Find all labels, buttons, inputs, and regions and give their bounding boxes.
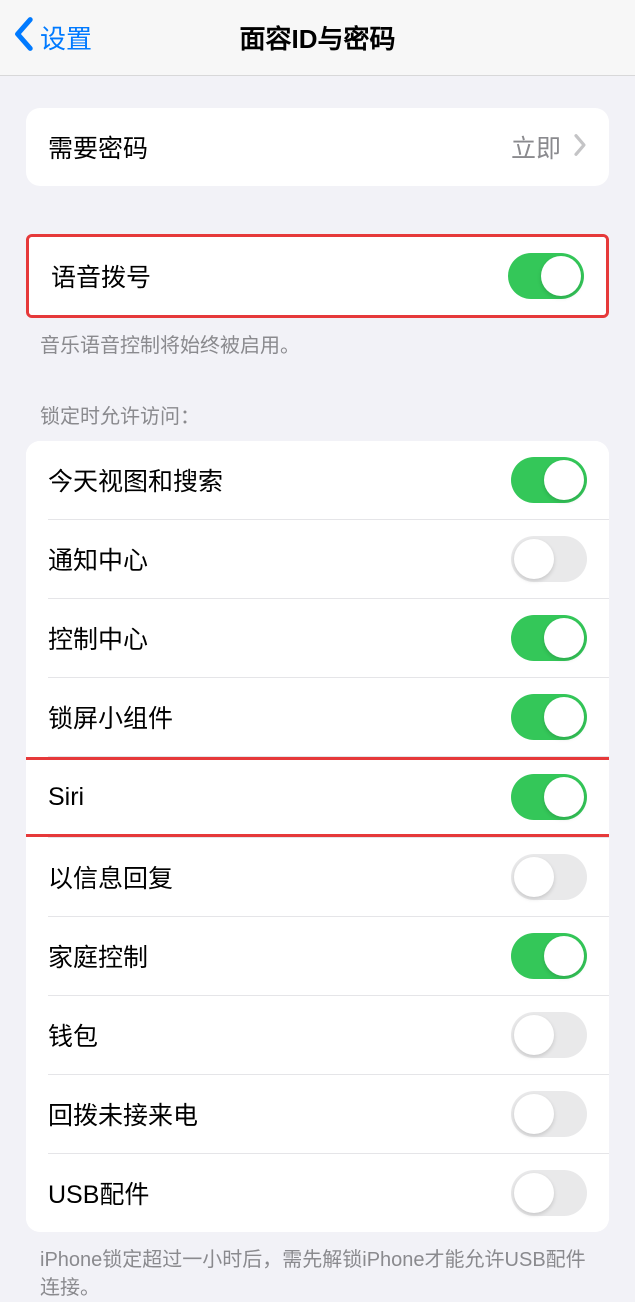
lock-item-row: 控制中心 [26, 599, 609, 677]
lock-item-toggle[interactable] [511, 694, 587, 740]
back-label: 设置 [40, 19, 92, 56]
lock-item-label: 家庭控制 [48, 938, 148, 974]
lock-item-toggle[interactable] [511, 854, 587, 900]
voice-dial-row: 语音拨号 [29, 237, 606, 315]
lock-item-label: Siri [48, 783, 84, 812]
lock-item-row: 以信息回复 [26, 838, 609, 916]
lock-item-toggle[interactable] [511, 933, 587, 979]
page-title: 面容ID与密码 [0, 19, 635, 56]
lock-item-label: 钱包 [48, 1017, 98, 1053]
lock-item-row: USB配件 [26, 1154, 609, 1232]
lock-item-label: 今天视图和搜索 [48, 462, 223, 498]
lock-item-row: 今天视图和搜索 [26, 441, 609, 519]
lock-item-row: 回拨未接来电 [26, 1075, 609, 1153]
voice-dial-footer: 音乐语音控制将始终被启用。 [40, 332, 595, 360]
lock-item-label: 通知中心 [48, 541, 148, 577]
lock-item-row: 钱包 [26, 996, 609, 1074]
require-passcode-row[interactable]: 需要密码 立即 [26, 108, 609, 186]
voice-dial-label: 语音拨号 [51, 258, 151, 294]
lock-item-label: 控制中心 [48, 620, 148, 656]
lock-item-toggle[interactable] [511, 1091, 587, 1137]
lock-item-toggle[interactable] [511, 536, 587, 582]
nav-header: 设置 面容ID与密码 [0, 0, 635, 76]
lock-item-toggle[interactable] [511, 1170, 587, 1216]
lock-item-row: Siri [26, 757, 609, 837]
lock-access-group: 今天视图和搜索通知中心控制中心锁屏小组件 Siri 以信息回复家庭控制钱包回拨未接来… [26, 441, 609, 1232]
lock-item-row: 锁屏小组件 [26, 678, 609, 756]
lock-item-toggle[interactable] [511, 1012, 587, 1058]
lock-item-toggle[interactable] [511, 774, 587, 820]
chevron-left-icon [12, 16, 34, 59]
voice-dial-group: 语音拨号 [26, 234, 609, 318]
lock-item-toggle[interactable] [511, 457, 587, 503]
lock-item-label: 回拨未接来电 [48, 1096, 198, 1132]
voice-dial-toggle[interactable] [508, 253, 584, 299]
lock-item-row: 家庭控制 [26, 917, 609, 995]
lock-item-label: USB配件 [48, 1175, 149, 1211]
require-passcode-group: 需要密码 立即 [26, 108, 609, 186]
lock-item-label: 锁屏小组件 [48, 699, 173, 735]
back-button[interactable]: 设置 [0, 16, 92, 59]
lock-item-row: 通知中心 [26, 520, 609, 598]
lock-item-toggle[interactable] [511, 615, 587, 661]
usb-footer: iPhone锁定超过一小时后，需先解锁iPhone才能允许USB配件连接。 [40, 1246, 595, 1302]
lock-item-label: 以信息回复 [48, 859, 173, 895]
chevron-right-icon [573, 133, 587, 162]
lock-access-header: 锁定时允许访问： [40, 400, 595, 429]
require-passcode-label: 需要密码 [48, 129, 148, 165]
require-passcode-value: 立即 [511, 129, 561, 165]
